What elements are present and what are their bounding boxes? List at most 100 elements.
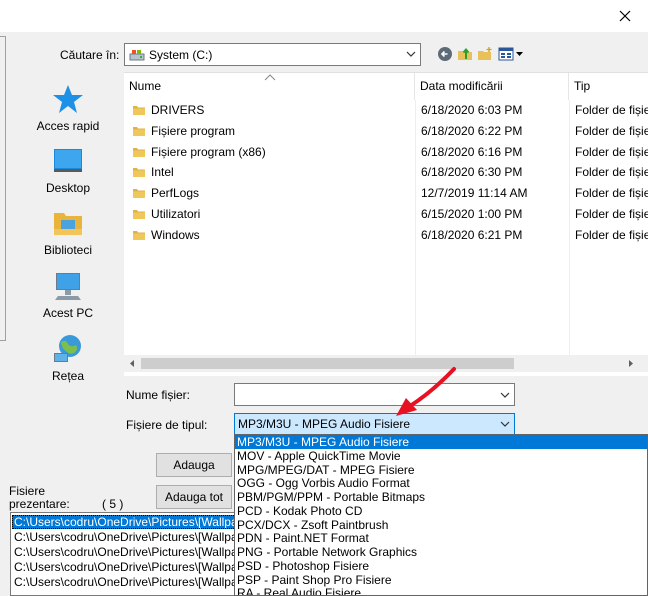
chevron-down-icon bbox=[500, 421, 510, 427]
column-header-date[interactable]: Data modificării bbox=[415, 73, 569, 100]
close-button[interactable] bbox=[602, 0, 648, 32]
chevron-right-icon bbox=[629, 360, 633, 367]
dropdown-option[interactable]: MOV - Apple QuickTime Movie bbox=[235, 449, 647, 463]
filename-label: Nume fișier: bbox=[126, 388, 191, 402]
file-date: 12/7/2019 11:14 AM bbox=[421, 186, 528, 201]
present-files-count: ( 5 ) bbox=[102, 497, 124, 511]
present-files-list[interactable]: C:\Users\codru\OneDrive\Pictures\[Wallpa… bbox=[10, 512, 236, 596]
dropdown-option[interactable]: PSD - Photoshop Fisiere bbox=[235, 559, 647, 573]
place-label: Acces rapid bbox=[36, 119, 100, 133]
file-name-cell: PerfLogs bbox=[132, 183, 414, 203]
view-menu-icon bbox=[498, 47, 523, 61]
dropdown-option[interactable]: PCX/DCX - Zsoft Paintbrush bbox=[235, 518, 647, 532]
add-button[interactable]: Adauga bbox=[156, 453, 232, 477]
table-row[interactable]: Fișiere program (x86) 6/18/2020 6:16 PM Fo… bbox=[124, 142, 648, 162]
place-label: Biblioteci bbox=[43, 243, 93, 257]
file-name: Utilizatori bbox=[151, 207, 201, 221]
desktop-icon bbox=[54, 149, 82, 172]
place-network[interactable]: Rețea bbox=[21, 333, 115, 383]
up-folder-button[interactable] bbox=[456, 45, 474, 63]
table-row[interactable]: Windows 6/18/2020 6:21 PM Folder de fișier… bbox=[124, 225, 648, 245]
chevron-left-icon bbox=[130, 360, 134, 367]
file-type: Folder de fișiere bbox=[575, 207, 648, 221]
file-date: 6/18/2020 6:21 PM bbox=[421, 227, 523, 242]
libraries-icon bbox=[54, 213, 82, 235]
dropdown-option[interactable]: PBM/PGM/PPM - Portable Bitmaps bbox=[235, 490, 647, 504]
back-icon bbox=[438, 47, 452, 61]
add-all-button[interactable]: Adauga tot bbox=[156, 485, 232, 509]
file-name: Fișiere program bbox=[151, 123, 236, 138]
left-panel-edge bbox=[0, 36, 6, 341]
file-list[interactable]: Nume Data modificării Tip DRIVERS 6/18/20… bbox=[124, 72, 648, 376]
table-row[interactable]: PerfLogs 12/7/2019 11:14 AM Folder de fiși… bbox=[124, 183, 648, 203]
list-item[interactable]: C:\Users\codru\OneDrive\Pictures\[Wallpa… bbox=[12, 575, 235, 589]
folder-icon bbox=[133, 230, 145, 240]
dropdown-option[interactable]: PDN - Paint.NET Format bbox=[235, 531, 647, 545]
file-type: Folder de fișiere bbox=[575, 103, 648, 117]
folder-icon bbox=[133, 210, 145, 219]
place-label: Rețea bbox=[51, 369, 85, 383]
place-libraries[interactable]: Biblioteci bbox=[21, 207, 115, 257]
back-button[interactable] bbox=[436, 45, 454, 63]
dialog-title-bar bbox=[0, 0, 648, 32]
places-sidebar: Acces rapid Desktop Biblioteci Acest PC bbox=[21, 73, 115, 393]
chevron-down-icon bbox=[500, 392, 510, 398]
filename-input[interactable] bbox=[234, 383, 515, 406]
file-date: 6/15/2020 1:00 PM bbox=[421, 207, 523, 221]
file-type: Folder de fișiere bbox=[575, 227, 648, 242]
dropdown-option[interactable]: RA - Real Audio Fisiere bbox=[235, 586, 647, 595]
table-row[interactable]: Fișiere program 6/18/2020 6:22 PM Folder d… bbox=[124, 121, 648, 141]
place-desktop[interactable]: Desktop bbox=[21, 145, 115, 195]
folder-icon bbox=[133, 189, 145, 199]
file-name: Intel bbox=[151, 165, 174, 180]
file-name: Fișiere program (x86) bbox=[151, 144, 266, 159]
dropdown-option[interactable]: MPG/MPEG/DAT - MPEG Fisiere bbox=[235, 463, 647, 477]
network-icon bbox=[54, 335, 81, 362]
filetype-combo[interactable]: MP3/M3U - MPEG Audio Fisiere bbox=[234, 413, 515, 435]
place-label: Acest PC bbox=[42, 306, 93, 320]
folder-icon bbox=[133, 168, 145, 178]
filetype-value: MP3/M3U - MPEG Audio Fisiere bbox=[238, 417, 411, 431]
annotation-arrow-icon bbox=[396, 367, 456, 416]
column-header-type[interactable]: Tip bbox=[569, 73, 648, 100]
present-files-label: Fisiere bbox=[9, 484, 46, 498]
table-row[interactable]: Intel 6/18/2020 6:30 PM Folder de fișiere bbox=[124, 162, 648, 182]
file-name-cell: Utilizatori bbox=[132, 204, 414, 224]
table-row[interactable]: Utilizatori 6/15/2020 1:00 PM Folder de fi… bbox=[124, 204, 648, 224]
dropdown-option[interactable]: PCD - Kodak Photo CD bbox=[235, 504, 647, 518]
file-date: 6/18/2020 6:03 PM bbox=[421, 103, 523, 117]
filetype-dropdown-list[interactable]: MP3/M3U - MPEG Audio Fisiere MOV - Apple … bbox=[234, 434, 648, 596]
dropdown-option[interactable]: PSP - Paint Shop Pro Fisiere bbox=[235, 573, 647, 587]
present-files-label: prezentare: bbox=[9, 497, 70, 511]
file-type: Folder de fișiere bbox=[575, 165, 648, 180]
file-name: Windows bbox=[151, 227, 200, 242]
look-in-value: System (C:) bbox=[149, 47, 213, 62]
place-this-pc[interactable]: Acest PC bbox=[21, 270, 115, 320]
file-name: DRIVERS bbox=[151, 103, 205, 117]
list-item[interactable]: C:\Users\codru\OneDrive\Pictures\[Wallpa… bbox=[12, 545, 235, 559]
file-name-cell: DRIVERS bbox=[132, 100, 414, 120]
list-item[interactable]: C:\Users\codru\OneDrive\Pictures\[Wallpa… bbox=[12, 515, 235, 529]
drive-icon bbox=[129, 49, 145, 60]
file-name-cell: Windows bbox=[132, 225, 414, 245]
horizontal-scrollbar[interactable] bbox=[124, 355, 648, 372]
filetype-label: Fișiere de tipul: bbox=[126, 418, 208, 432]
close-icon bbox=[619, 10, 631, 22]
dropdown-option[interactable]: MP3/M3U - MPEG Audio Fisiere bbox=[235, 435, 647, 449]
file-date: 6/18/2020 6:16 PM bbox=[421, 144, 523, 159]
list-item[interactable]: C:\Users\codru\OneDrive\Pictures\[Wallpa… bbox=[12, 530, 235, 544]
sort-up-icon bbox=[264, 74, 276, 81]
place-quick-access[interactable]: Acces rapid bbox=[21, 83, 115, 133]
folder-icon bbox=[133, 106, 145, 115]
file-date: 6/18/2020 6:22 PM bbox=[421, 123, 523, 138]
dropdown-option[interactable]: OGG - Ogg Vorbis Audio Format bbox=[235, 476, 647, 490]
file-name-cell: Fișiere program (x86) bbox=[132, 142, 414, 162]
new-folder-button[interactable] bbox=[476, 45, 494, 63]
dropdown-option[interactable]: PNG - Portable Network Graphics bbox=[235, 545, 647, 559]
file-type: Folder de fișiere bbox=[575, 144, 648, 159]
list-item[interactable]: C:\Users\codru\OneDrive\Pictures\[Wallpa… bbox=[12, 560, 235, 574]
view-menu-button[interactable] bbox=[497, 45, 525, 63]
table-row[interactable]: DRIVERS 6/18/2020 6:03 PM Folder de fișier… bbox=[124, 100, 648, 120]
computer-icon bbox=[55, 273, 81, 300]
look-in-combo[interactable]: System (C:) bbox=[124, 43, 421, 66]
